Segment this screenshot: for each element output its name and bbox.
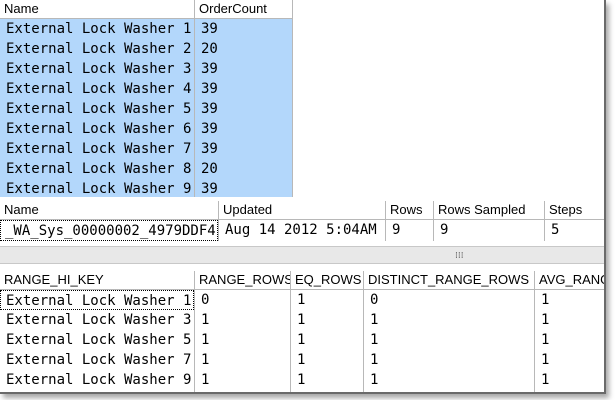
- column-header-distinct-range-rows[interactable]: DISTINCT_RANGE_ROWS: [364, 271, 534, 289]
- column-header-name[interactable]: Name: [0, 0, 194, 18]
- table-cell[interactable]: 0: [364, 290, 534, 310]
- column-header-updated[interactable]: Updated: [219, 201, 385, 219]
- table-cell[interactable]: 39: [195, 179, 292, 197]
- table-cell[interactable]: 1: [364, 310, 534, 330]
- table-cell[interactable]: Aug 14 2012 5:04AM: [219, 220, 385, 241]
- table-cell[interactable]: 1: [364, 350, 534, 370]
- table-cell[interactable]: 39: [195, 99, 292, 119]
- column-header-avg-range-rows[interactable]: AVG_RANGE_ROWS: [535, 271, 604, 289]
- table-cell[interactable]: 0: [195, 290, 290, 310]
- table-cell[interactable]: 39: [195, 79, 292, 99]
- column-header-name[interactable]: Name: [0, 201, 218, 219]
- table-cell[interactable]: External Lock Washer 1: [0, 19, 194, 39]
- table-cell[interactable]: 20: [195, 159, 292, 179]
- column-header-steps[interactable]: Steps: [545, 201, 604, 219]
- results-grid-3: RANGE_HI_KEY RANGE_ROWS EQ_ROWS DISTINCT…: [0, 264, 604, 392]
- table-cell[interactable]: External Lock Washer 3: [0, 310, 194, 330]
- results-window: Name OrderCount External Lock Washer 1 3…: [0, 0, 606, 394]
- table-cell[interactable]: 1: [535, 310, 604, 330]
- table-cell[interactable]: 20: [195, 39, 292, 59]
- column-header-rows-sampled[interactable]: Rows Sampled: [434, 201, 544, 219]
- table-cell[interactable]: External Lock Washer 4: [0, 79, 194, 99]
- table-cell[interactable]: 1: [364, 330, 534, 350]
- table-cell[interactable]: 1: [291, 290, 363, 310]
- table-cell[interactable]: External Lock Washer 3: [0, 59, 194, 79]
- table-cell[interactable]: 1: [535, 370, 604, 390]
- column-header-ordercount[interactable]: OrderCount: [195, 0, 292, 18]
- table-cell[interactable]: 1: [291, 370, 363, 390]
- table-cell[interactable]: 39: [195, 19, 292, 39]
- column-header-range-hi-key[interactable]: RANGE_HI_KEY: [0, 271, 194, 289]
- table-cell[interactable]: 9: [386, 220, 433, 241]
- table-cell[interactable]: 1: [195, 310, 290, 330]
- table-cell[interactable]: External Lock Washer 6: [0, 119, 194, 139]
- table-cell[interactable]: External Lock Washer 9: [0, 370, 194, 390]
- table-cell[interactable]: 1: [535, 350, 604, 370]
- table-cell[interactable]: External Lock Washer 5: [0, 330, 194, 350]
- table-cell[interactable]: 39: [195, 139, 292, 159]
- table-cell[interactable]: 1: [195, 350, 290, 370]
- table-cell[interactable]: External Lock Washer 5: [0, 99, 194, 119]
- results-grid-2: Name Updated Rows Rows Sampled Steps _WA…: [0, 197, 604, 245]
- column-divider: [292, 0, 293, 197]
- table-cell[interactable]: 1: [364, 370, 534, 390]
- grip-dots-icon: ⁞⁞⁞: [455, 251, 464, 261]
- table-cell[interactable]: 1: [291, 330, 363, 350]
- pane-splitter[interactable]: ⁞⁞⁞: [0, 246, 604, 264]
- table-cell[interactable]: 9: [434, 220, 544, 241]
- table-cell[interactable]: 5: [545, 220, 604, 241]
- table-cell[interactable]: External Lock Washer 9: [0, 179, 194, 197]
- table-cell[interactable]: 1: [535, 290, 604, 310]
- table-cell[interactable]: 1: [291, 310, 363, 330]
- table-cell[interactable]: 1: [535, 330, 604, 350]
- table-cell[interactable]: External Lock Washer 7: [0, 350, 194, 370]
- table-cell[interactable]: _WA_Sys_00000002_4979DDF4: [0, 220, 218, 241]
- table-cell[interactable]: 1: [195, 370, 290, 390]
- table-cell[interactable]: External Lock Washer 1: [0, 290, 194, 310]
- table-cell[interactable]: External Lock Washer 7: [0, 139, 194, 159]
- column-header-eq-rows[interactable]: EQ_ROWS: [291, 271, 363, 289]
- table-cell[interactable]: 39: [195, 119, 292, 139]
- column-header-rows[interactable]: Rows: [386, 201, 433, 219]
- table-cell[interactable]: 1: [291, 350, 363, 370]
- table-cell[interactable]: External Lock Washer 2: [0, 39, 194, 59]
- column-header-range-rows[interactable]: RANGE_ROWS: [195, 271, 290, 289]
- table-cell[interactable]: 1: [195, 330, 290, 350]
- table-cell[interactable]: 39: [195, 59, 292, 79]
- table-cell[interactable]: External Lock Washer 8: [0, 159, 194, 179]
